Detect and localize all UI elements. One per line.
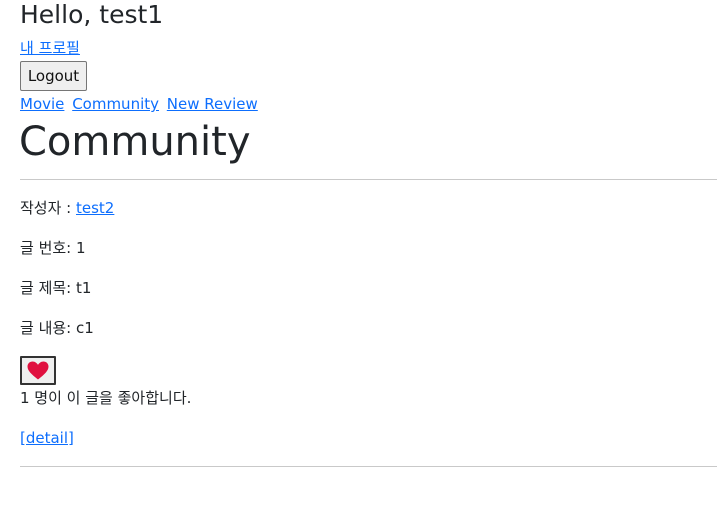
post-number: 글 번호: 1 (20, 239, 86, 257)
post-title: 글 제목: t1 (20, 279, 92, 297)
nav-link-new-review[interactable]: New Review (167, 95, 258, 113)
nav-link-movie[interactable]: Movie (20, 95, 64, 113)
divider-bottom (20, 466, 717, 467)
detail-link[interactable]: [detail] (20, 429, 74, 447)
like-button[interactable] (20, 356, 56, 385)
page: Hello, test1 내 프로필 Logout Movie Communit… (0, 0, 717, 511)
post-author-row: 작성자 : test2 (20, 198, 114, 218)
heart-shape (27, 361, 49, 380)
detail-row: [detail] (20, 428, 74, 448)
post-author-label: 작성자 : (20, 199, 76, 217)
like-count-text: 1 명이 이 글을 좋아합니다. (20, 389, 192, 407)
logout-button[interactable]: Logout (20, 61, 87, 91)
page-title: Community (19, 119, 251, 165)
post-author-link[interactable]: test2 (76, 199, 114, 217)
post-content: 글 내용: c1 (20, 319, 94, 337)
nav-link-community[interactable]: Community (72, 95, 159, 113)
divider-top (20, 179, 717, 180)
profile-link[interactable]: 내 프로필 (20, 38, 80, 58)
nav-bar: Movie Community New Review (20, 94, 261, 114)
heart-icon (27, 361, 49, 380)
greeting-heading: Hello, test1 (20, 0, 164, 29)
